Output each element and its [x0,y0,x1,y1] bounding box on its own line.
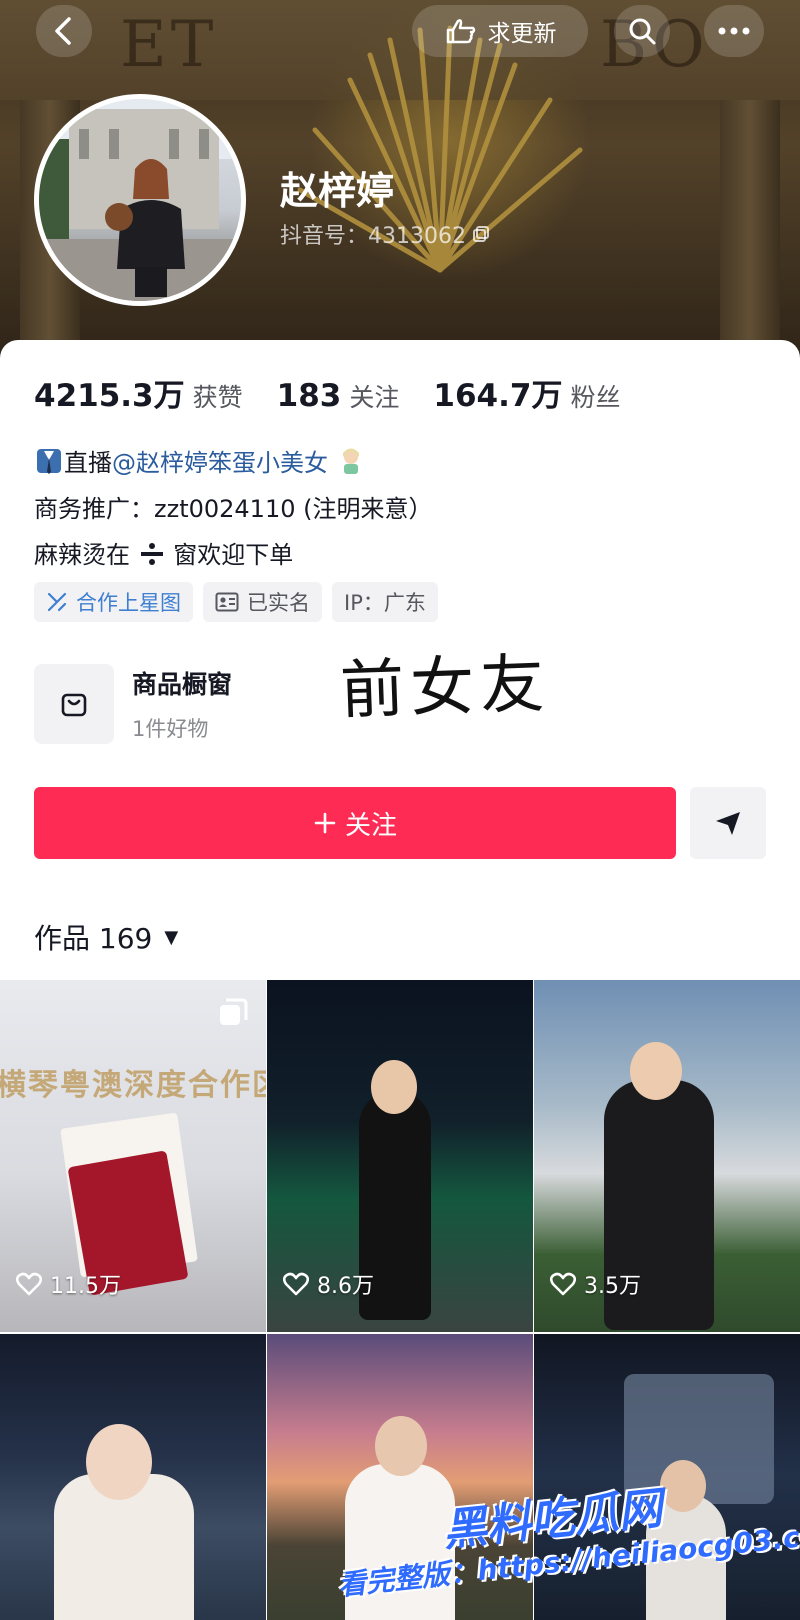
tile-face [86,1424,152,1500]
star-chart-icon [47,592,67,612]
showcase-title: 商品橱窗 [132,670,233,699]
bio-line-business: 商务推广：zzt0024110 (注明来意） [34,495,433,523]
following-label: 关注 [349,383,400,412]
works-tab[interactable]: 作品 169 ▼ [34,917,178,957]
profile-bio: 直播@赵梓婷笨蛋小美女 商务推广：zzt0024110 (注明来意） 麻辣烫在 … [34,440,432,578]
back-button[interactable] [36,5,92,57]
cooperate-tag-label: 合作上星图 [76,591,181,615]
ip-tag-label: IP：广东 [344,591,426,615]
video-tile[interactable]: 3.5万 [534,980,800,1332]
bio-live-link[interactable]: @赵梓婷笨蛋小美女 [112,449,328,477]
video-tile[interactable] [0,1334,266,1620]
bio-shop-text-b: 窗欢迎下单 [173,541,294,569]
followers-label: 粉丝 [570,383,621,412]
douyin-id[interactable]: 抖音号：4313062 [280,218,490,250]
cooperate-tag[interactable]: 合作上星图 [34,582,193,622]
avatar[interactable] [34,94,246,306]
more-dots-icon [718,27,750,35]
douyin-id-text: 抖音号：4313062 [280,224,466,249]
search-icon [629,18,656,45]
bio-live-label: 直播 [64,449,112,477]
copy-icon[interactable] [472,225,490,243]
suit-emoji-icon [37,449,61,474]
product-showcase[interactable]: 商品橱窗 1件好物 [34,664,232,744]
request-update-label: 求更新 [487,21,557,47]
video-likes-count: 8.6万 [317,1274,374,1299]
bio-line-shop: 麻辣烫在 窗欢迎下单 [34,532,432,578]
tile-face [630,1042,682,1100]
showcase-subtitle: 1件好物 [132,717,209,741]
bio-shop-text-a: 麻辣烫在 [34,541,130,569]
followers-count[interactable]: 164.7万 [433,370,562,415]
plus-icon [314,812,336,834]
ip-tag: IP：广东 [332,582,438,622]
woman-emoji-icon [342,448,359,474]
id-card-icon [215,592,239,612]
bio-line-live: 直播@赵梓婷笨蛋小美女 [34,440,432,486]
search-button[interactable] [614,5,670,57]
heart-icon [16,1272,42,1296]
tile-face [371,1060,417,1114]
works-label: 作品 169 [34,922,153,955]
following-count[interactable]: 183 [277,378,342,414]
more-button[interactable] [704,5,764,57]
shopping-bag-icon [61,693,87,717]
follow-button-label: 关注 [344,810,397,841]
pointing-hand-icon [446,19,475,44]
verified-tag[interactable]: 已实名 [203,582,322,622]
shop-icon-box [34,664,114,744]
handwritten-annotation: 前女友 [338,647,552,729]
video-likes-count: 11.5万 [50,1274,121,1299]
avatar-photo [39,99,241,301]
division-icon [140,543,163,565]
verified-tag-label: 已实名 [247,591,310,615]
request-update-button[interactable]: 求更新 [412,5,588,57]
tile-face [375,1416,427,1476]
profile-tags: 合作上星图 已实名 IP：广东 [34,582,438,622]
video-tile[interactable]: 8.6万 [267,980,533,1332]
video-tile[interactable]: 横琴粤澳深度合作区婚姻登记 11.5万 [0,980,266,1332]
video-likes-count: 3.5万 [584,1274,641,1299]
likes-label: 获赞 [192,383,243,412]
profile-stats: 4215.3万 获赞 183 关注 164.7万 粉丝 [34,370,654,415]
video-likes: 8.6万 [283,1268,374,1300]
send-icon [716,812,740,835]
caret-down-icon: ▼ [164,926,179,948]
chevron-left-icon [55,17,71,45]
heart-icon [283,1272,309,1296]
heart-icon [550,1272,576,1296]
profile-name: 赵梓婷 [280,169,395,213]
likes-count[interactable]: 4215.3万 [34,370,185,415]
video-likes: 3.5万 [550,1268,641,1300]
multi-image-icon [220,998,248,1025]
tile-sign-text: 横琴粤澳深度合作区婚姻登记 [0,1068,266,1103]
message-button[interactable] [690,787,766,859]
follow-button[interactable]: 关注 [34,787,676,859]
video-likes: 11.5万 [16,1268,121,1300]
